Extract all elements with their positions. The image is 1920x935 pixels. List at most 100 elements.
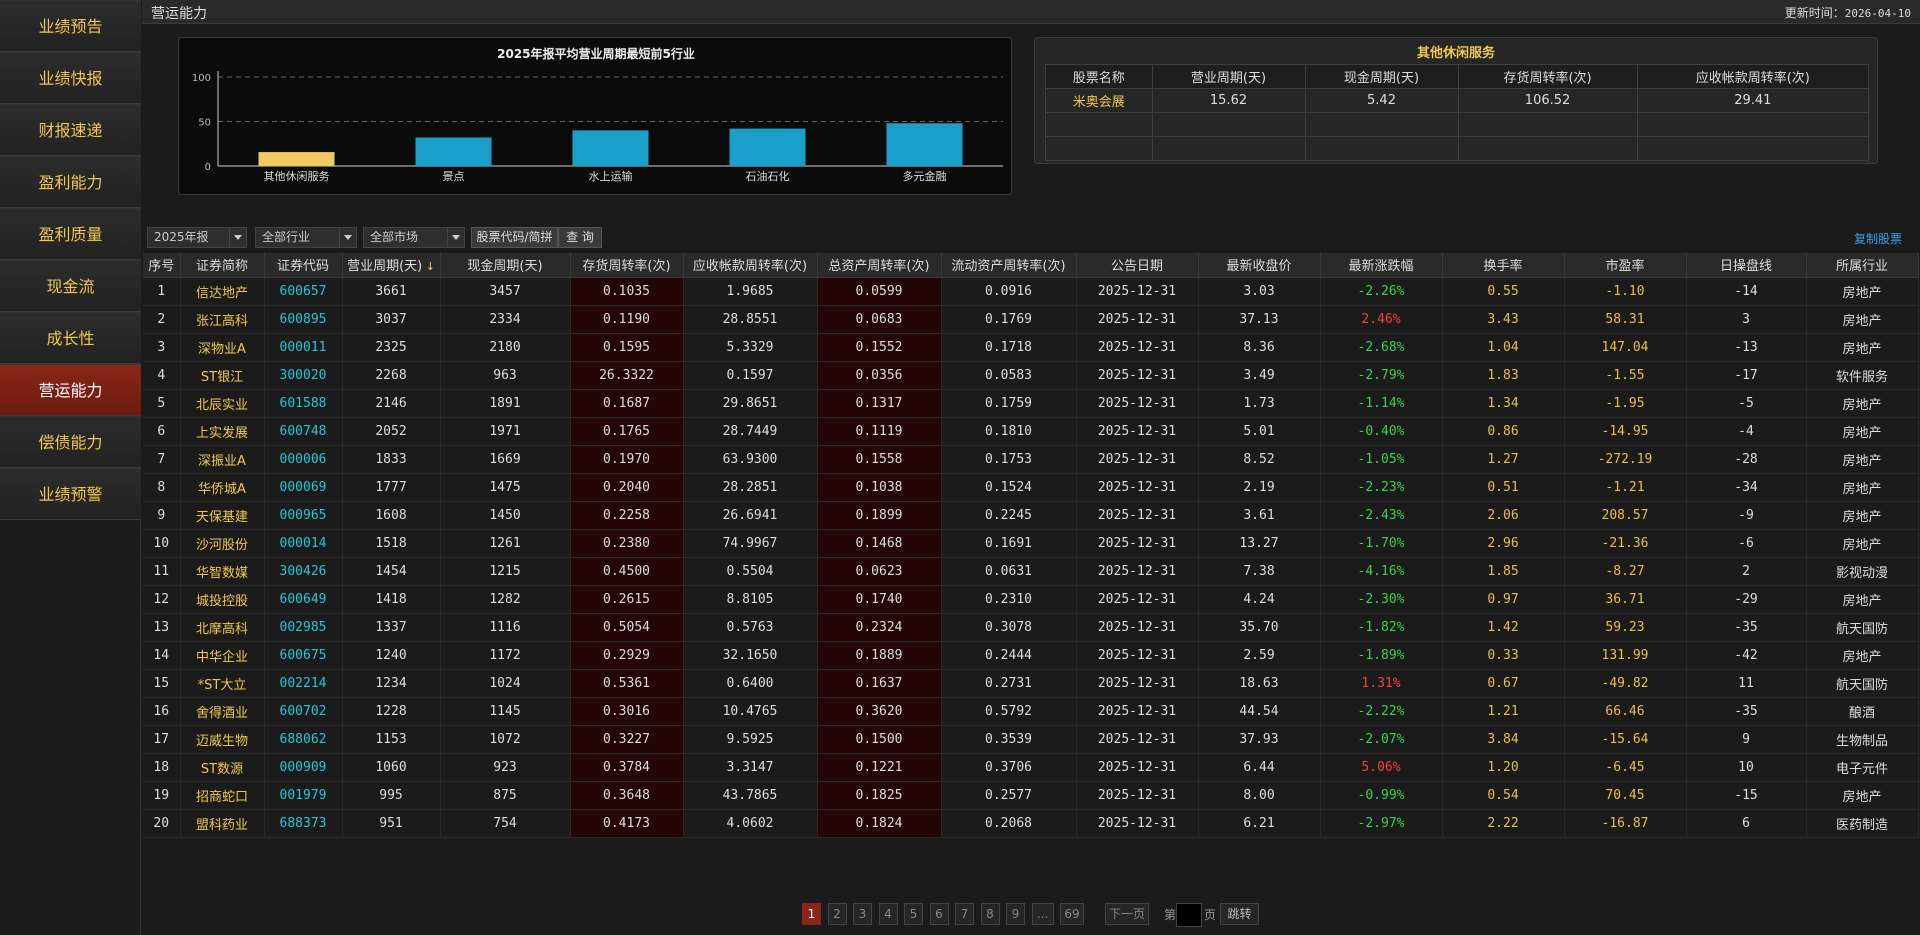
table-cell[interactable]: 300020	[264, 361, 343, 390]
table-row[interactable]: 9 天保基建 000965 1608 1450 0.2258 26.6941 0.1899 0.…	[143, 501, 1919, 530]
table-cell[interactable]: 000014	[264, 529, 343, 558]
column-header[interactable]: 证券简称	[180, 253, 265, 278]
column-header[interactable]: 序号	[143, 253, 181, 278]
industry-select[interactable]: 全部行业	[255, 227, 357, 248]
table-cell[interactable]: 迈威生物	[180, 725, 265, 754]
table-cell[interactable]: 舍得酒业	[180, 697, 265, 726]
sidebar-item-9[interactable]: 业绩预警	[0, 468, 141, 520]
chart-bar[interactable]	[258, 152, 335, 166]
sidebar-item-6[interactable]: 成长性	[0, 312, 141, 364]
column-header[interactable]: 存货周转率(次)	[570, 253, 684, 278]
column-header[interactable]: 流动资产周转率(次)	[941, 253, 1077, 278]
column-header[interactable]: 证券代码	[264, 253, 343, 278]
chart-bar[interactable]	[729, 128, 806, 166]
table-row[interactable]: 4 ST银江 300020 2268 963 26.3322 0.1597 0.0356 0.0…	[143, 361, 1919, 390]
table-row[interactable]: 10 沙河股份 000014 1518 1261 0.2380 74.9967 0.1468 0…	[143, 529, 1919, 558]
table-cell[interactable]: ST银江	[180, 361, 265, 390]
page-button-6[interactable]: 6	[929, 903, 949, 925]
table-cell[interactable]: 600748	[264, 417, 343, 446]
table-row[interactable]: 6 上实发展 600748 2052 1971 0.1765 28.7449 0.1119 0.…	[143, 417, 1919, 446]
page-button-8[interactable]: 8	[980, 903, 1000, 925]
column-header[interactable]: 营业周期(天) ↓	[342, 253, 441, 278]
column-header[interactable]: 市盈率	[1564, 253, 1687, 278]
table-row[interactable]: 1 信达地产 600657 3661 3457 0.1035 1.9685 0.0599 0.0…	[143, 277, 1919, 306]
sidebar-item-5[interactable]: 现金流	[0, 260, 141, 312]
page-button-9[interactable]: 9	[1006, 903, 1025, 925]
chart-bar[interactable]	[415, 137, 492, 166]
table-row[interactable]: 16 舍得酒业 600702 1228 1145 0.3016 10.4765 0.3620 0…	[143, 697, 1919, 726]
table-cell[interactable]: 北摩高科	[180, 613, 265, 642]
table-row[interactable]: 12 城投控股 600649 1418 1282 0.2615 8.8105 0.1740 0.…	[143, 585, 1919, 614]
sidebar-item-3[interactable]: 盈利能力	[0, 156, 141, 208]
table-row[interactable]: 8 华侨城A 000069 1777 1475 0.2040 28.2851 0.1038 0.…	[143, 473, 1919, 502]
sidebar-item-4[interactable]: 盈利质量	[0, 208, 141, 260]
table-cell[interactable]: 688373	[264, 809, 343, 838]
sidebar-item-7[interactable]: 营运能力	[0, 364, 141, 416]
copy-stocks-link[interactable]: 复制股票	[1854, 230, 1902, 247]
table-cell[interactable]: 盟科药业	[180, 809, 265, 838]
table-cell[interactable]: 华侨城A	[180, 473, 265, 502]
table-cell[interactable]: 上实发展	[180, 417, 265, 446]
market-select[interactable]: 全部市场	[363, 227, 465, 248]
table-row[interactable]: 2 张江高科 600895 3037 2334 0.1190 28.8551 0.0683 0.…	[143, 305, 1919, 334]
table-cell[interactable]: 信达地产	[180, 277, 265, 306]
table-cell[interactable]: 600675	[264, 641, 343, 670]
next-page-button[interactable]: 下一页	[1105, 903, 1149, 925]
table-cell[interactable]: 沙河股份	[180, 529, 265, 558]
sidebar-item-8[interactable]: 偿债能力	[0, 416, 141, 468]
table-cell[interactable]: 600649	[264, 585, 343, 614]
stock-code-input[interactable]: 股票代码/简拼	[471, 227, 558, 248]
jump-button[interactable]: 跳转	[1220, 903, 1259, 925]
page-button-5[interactable]: 5	[904, 903, 923, 925]
column-header[interactable]: 换手率	[1442, 253, 1565, 278]
table-cell[interactable]: 000069	[264, 473, 343, 502]
table-cell[interactable]: 城投控股	[180, 585, 265, 614]
sidebar-item-0[interactable]: 业绩预告	[0, 0, 141, 52]
table-row[interactable]: 7 深振业A 000006 1833 1669 0.1970 63.9300 0.1558 0.…	[143, 445, 1919, 474]
page-button-3[interactable]: 3	[853, 903, 872, 925]
column-header[interactable]: 日操盘线	[1686, 253, 1807, 278]
page-button-7[interactable]: 7	[955, 903, 974, 925]
table-cell[interactable]: 深振业A	[180, 445, 265, 474]
table-row[interactable]: 17 迈威生物 688062 1153 1072 0.3227 9.5925 0.1500 0.…	[143, 725, 1919, 754]
table-cell[interactable]: 688062	[264, 725, 343, 754]
page-button-2[interactable]: 2	[827, 903, 847, 925]
table-cell[interactable]: 002214	[264, 669, 343, 698]
table-row[interactable]: 13 北摩高科 002985 1337 1116 0.5054 0.5763 0.2324 0.…	[143, 613, 1919, 642]
table-cell[interactable]: 002985	[264, 613, 343, 642]
page-number-input[interactable]	[1176, 903, 1202, 927]
table-row[interactable]: 19 招商蛇口 001979 995 875 0.3648 43.7865 0.1825 0.2…	[143, 781, 1919, 810]
table-cell[interactable]: *ST大立	[180, 669, 265, 698]
sidebar-item-2[interactable]: 财报速递	[0, 104, 141, 156]
chart-bar[interactable]	[572, 130, 649, 166]
column-header[interactable]: 现金周期(天)	[440, 253, 571, 278]
table-row[interactable]: 5 北辰实业 601588 2146 1891 0.1687 29.8651 0.1317 0.…	[143, 389, 1919, 418]
table-cell[interactable]: 000011	[264, 333, 343, 362]
column-header[interactable]: 应收帐款周转率(次)	[683, 253, 818, 278]
chart-bar[interactable]	[886, 123, 963, 166]
table-row[interactable]: 3 深物业A 000011 2325 2180 0.1595 5.3329 0.1552 0.1…	[143, 333, 1919, 362]
table-row[interactable]: 14 中华企业 600675 1240 1172 0.2929 32.1650 0.1889 0…	[143, 641, 1919, 670]
table-cell[interactable]: 600702	[264, 697, 343, 726]
table-cell[interactable]: 北辰实业	[180, 389, 265, 418]
column-header[interactable]: 最新涨跌幅	[1320, 253, 1443, 278]
table-cell[interactable]: 中华企业	[180, 641, 265, 670]
table-row[interactable]: 18 ST数源 000909 1060 923 0.3784 3.3147 0.1221 0.3…	[143, 753, 1919, 782]
page-button-4[interactable]: 4	[878, 903, 898, 925]
table-cell[interactable]: 招商蛇口	[180, 781, 265, 810]
column-header[interactable]: 所属行业	[1806, 253, 1919, 278]
column-header[interactable]: 公告日期	[1076, 253, 1199, 278]
table-cell[interactable]: 601588	[264, 389, 343, 418]
table-cell[interactable]: 600657	[264, 277, 343, 306]
table-cell[interactable]: ST数源	[180, 753, 265, 782]
table-row[interactable]: 11 华智数媒 300426 1454 1215 0.4500 0.5504 0.0623 0.…	[143, 557, 1919, 586]
table-cell[interactable]: 张江高科	[180, 305, 265, 334]
industry-cell[interactable]: 米奥会展	[1045, 88, 1153, 113]
table-row[interactable]: 15 *ST大立 002214 1234 1024 0.5361 0.6400 0.1637 0…	[143, 669, 1919, 698]
table-cell[interactable]: 001979	[264, 781, 343, 810]
report-select[interactable]: 2025年报	[147, 227, 247, 248]
table-cell[interactable]: 600895	[264, 305, 343, 334]
query-button[interactable]: 查 询	[558, 227, 602, 248]
table-cell[interactable]: 000909	[264, 753, 343, 782]
table-cell[interactable]: 华智数媒	[180, 557, 265, 586]
